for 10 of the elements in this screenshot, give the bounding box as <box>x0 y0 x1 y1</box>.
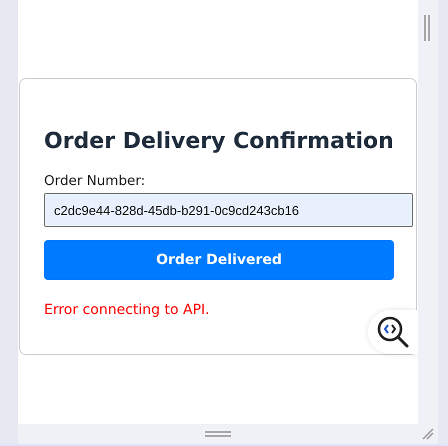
error-message: Error connecting to API. <box>44 302 211 318</box>
order-delivered-button[interactable]: Order Delivered <box>44 240 394 280</box>
splitter-handle-icon[interactable] <box>423 15 431 41</box>
field-label: Order Number: <box>44 173 146 189</box>
form-title: Order Delivery Confirmation <box>44 129 395 154</box>
resize-grip-icon[interactable] <box>422 428 434 440</box>
code-search-icon <box>376 315 410 349</box>
order-number-field[interactable]: c2dc9e44-828d-45db-b291-0c9cd243cb16 <box>44 193 413 227</box>
splitter-handle-icon[interactable] <box>205 431 231 437</box>
inspect-button[interactable] <box>368 310 418 354</box>
